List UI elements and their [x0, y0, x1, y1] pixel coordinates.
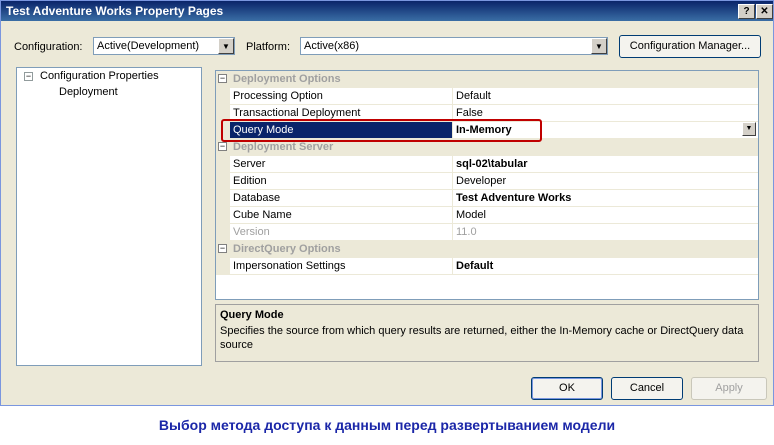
property-value[interactable]: Default — [456, 90, 491, 102]
property-pages-dialog: Test Adventure Works Property Pages ? ✕ … — [0, 0, 774, 406]
platform-value: Active(x86) — [304, 40, 360, 52]
property-row-server[interactable]: Server sql-02\tabular — [216, 156, 758, 173]
property-grid: − Deployment Options Processing Option D… — [215, 70, 759, 300]
description-text: Specifies the source from which query re… — [220, 325, 744, 351]
ok-button[interactable]: OK — [531, 377, 603, 400]
platform-label: Platform: — [246, 41, 291, 53]
property-name: Cube Name — [233, 209, 292, 221]
property-row-edition[interactable]: Edition Developer — [216, 173, 758, 190]
category-label: DirectQuery Options — [233, 243, 341, 255]
property-name: Transactional Deployment — [233, 107, 361, 119]
configuration-value: Active(Development) — [97, 40, 200, 52]
property-value[interactable]: False — [456, 107, 483, 119]
description-title: Query Mode — [220, 309, 284, 321]
category-label: Deployment Options — [233, 73, 341, 85]
property-name: Impersonation Settings — [233, 260, 346, 272]
property-name: Processing Option — [233, 90, 323, 102]
category-directquery-options[interactable]: − DirectQuery Options — [216, 241, 758, 258]
category-deployment-options[interactable]: − Deployment Options — [216, 71, 758, 88]
category-label: Deployment Server — [233, 141, 334, 153]
collapse-icon[interactable]: − — [24, 72, 33, 81]
configuration-manager-button[interactable]: Configuration Manager... — [619, 35, 761, 58]
description-panel: Query Mode Specifies the source from whi… — [215, 304, 759, 362]
tree-item-deployment[interactable]: Deployment — [59, 86, 118, 98]
property-tree: − Configuration Properties Deployment — [16, 67, 202, 366]
configuration-label: Configuration: — [14, 41, 83, 53]
collapse-icon[interactable]: − — [218, 74, 227, 83]
cancel-button[interactable]: Cancel — [611, 377, 683, 400]
tree-item-configuration-properties[interactable]: Configuration Properties — [40, 70, 159, 82]
chevron-down-icon[interactable]: ▼ — [218, 38, 234, 54]
property-row-version[interactable]: Version 11.0 — [216, 224, 758, 241]
property-value[interactable]: Default — [456, 260, 493, 272]
chevron-down-icon[interactable]: ▼ — [742, 122, 756, 136]
property-value[interactable]: Test Adventure Works — [456, 192, 571, 204]
window-title: Test Adventure Works Property Pages — [6, 4, 224, 18]
chevron-down-icon[interactable]: ▼ — [591, 38, 607, 54]
figure-caption: Выбор метода доступа к данным перед разв… — [158, 417, 616, 433]
query-mode-highlight — [221, 119, 542, 142]
title-bar: Test Adventure Works Property Pages ? ✕ — [1, 1, 773, 21]
property-value[interactable]: Model — [456, 209, 486, 221]
configuration-select[interactable]: Active(Development) ▼ — [93, 37, 235, 55]
property-name: Version — [233, 226, 270, 238]
property-row-processing-option[interactable]: Processing Option Default — [216, 88, 758, 105]
help-button[interactable]: ? — [738, 4, 755, 19]
platform-select[interactable]: Active(x86) ▼ — [300, 37, 608, 55]
property-value[interactable]: Developer — [456, 175, 506, 187]
property-name: Database — [233, 192, 281, 204]
property-name: Server — [233, 158, 266, 170]
property-name: Edition — [233, 175, 267, 187]
property-value: 11.0 — [456, 226, 477, 238]
collapse-icon[interactable]: − — [218, 244, 227, 253]
apply-button[interactable]: Apply — [691, 377, 767, 400]
property-value[interactable]: sql-02\tabular — [456, 158, 528, 170]
property-row-cube-name[interactable]: Cube Name Model — [216, 207, 758, 224]
property-row-database[interactable]: Database Test Adventure Works — [216, 190, 758, 207]
close-button[interactable]: ✕ — [756, 4, 773, 19]
collapse-icon[interactable]: − — [218, 142, 227, 151]
property-row-impersonation-settings[interactable]: Impersonation Settings Default — [216, 258, 758, 275]
